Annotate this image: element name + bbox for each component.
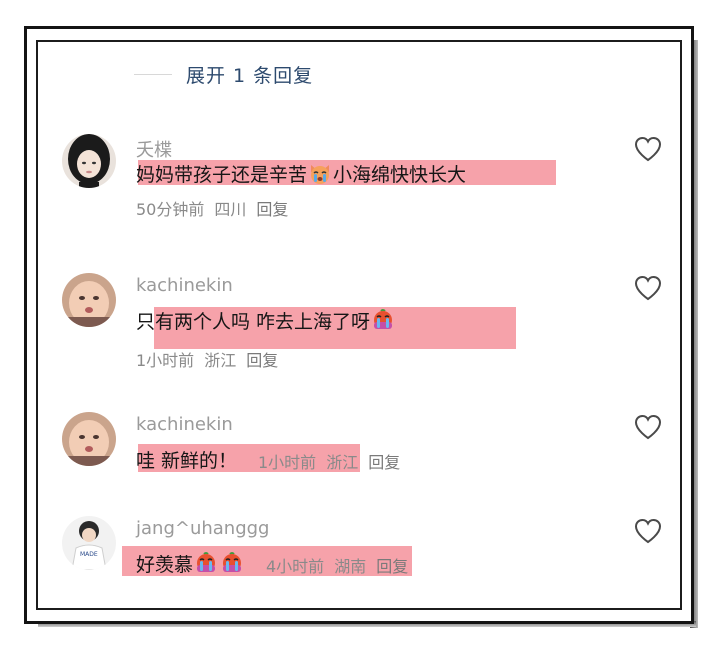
comment-text: 哇 新鲜的！ — [136, 450, 238, 472]
comment-meta: 50分钟前 四川 回复 — [136, 196, 298, 220]
comment-meta: 4小时前 湖南 回复 — [266, 553, 418, 577]
timestamp: 4小时前 — [266, 557, 325, 576]
comment-meta: 1小时前 浙江 回复 — [136, 347, 288, 371]
expand-divider — [134, 73, 172, 75]
comment-text: 只有两个人吗 咋去上海了呀 — [136, 307, 396, 337]
timestamp: 1小时前 — [258, 453, 317, 472]
comment-item: 夭楪 妈妈带孩子还是辛苦 小海绵快快长大 50分钟前 四川 回复 — [38, 130, 680, 250]
crying-face-emoji-icon — [220, 551, 244, 580]
reply-button[interactable]: 回复 — [368, 453, 400, 472]
avatar[interactable] — [62, 273, 116, 327]
location: 湖南 — [334, 557, 367, 576]
like-heart-icon[interactable] — [634, 414, 662, 440]
avatar-photo-icon — [62, 412, 116, 466]
like-heart-icon[interactable] — [634, 136, 662, 162]
avatar[interactable]: MADE — [62, 516, 116, 570]
reply-button[interactable]: 回复 — [376, 557, 408, 576]
reply-button[interactable]: 回复 — [256, 200, 288, 219]
location: 四川 — [214, 200, 247, 219]
username[interactable]: 夭楪 — [136, 136, 172, 162]
like-heart-icon[interactable] — [634, 275, 662, 301]
username[interactable]: jang^uhanggg — [136, 518, 269, 539]
crying-face-emoji-icon — [194, 551, 218, 580]
expand-replies-button[interactable]: 展开 1 条回复 — [134, 60, 313, 88]
avatar-photo-icon: MADE — [62, 516, 116, 570]
comment-item: kachinekin 只有两个人吗 咋去上海了呀 1小时前 浙江 回复 — [38, 269, 680, 389]
comment-item: kachinekin 哇 新鲜的！ 1小时前 浙江 回复 — [38, 408, 680, 528]
reply-button[interactable]: 回复 — [246, 351, 278, 370]
crying-cat-emoji-icon — [308, 161, 332, 190]
svg-text:MADE: MADE — [80, 551, 98, 558]
comment-meta: 1小时前 浙江 回复 — [258, 449, 410, 473]
location: 浙江 — [326, 453, 359, 472]
username[interactable]: kachinekin — [136, 414, 233, 435]
username[interactable]: kachinekin — [136, 275, 233, 296]
comment-text: 好羡慕 — [136, 550, 245, 580]
avatar-photo-icon — [62, 273, 116, 327]
avatar[interactable] — [62, 134, 116, 188]
comment-panel: 展开 1 条回复 夭楪 妈妈带孩子还是辛苦 小海绵快快长大 50分钟前 四川 回复 — [36, 40, 682, 610]
crying-face-emoji-icon — [371, 308, 395, 337]
avatar-photo-icon — [62, 134, 116, 188]
timestamp: 1小时前 — [136, 351, 195, 370]
comment-item: MADE jang^uhanggg 好羡慕 4小时前 湖南 回复 — [38, 512, 680, 608]
location: 浙江 — [204, 351, 237, 370]
avatar[interactable] — [62, 412, 116, 466]
comment-text: 妈妈带孩子还是辛苦 小海绵快快长大 — [136, 160, 466, 190]
timestamp: 50分钟前 — [136, 200, 205, 219]
like-heart-icon[interactable] — [634, 518, 662, 544]
expand-replies-label: 展开 1 条回复 — [186, 64, 314, 87]
